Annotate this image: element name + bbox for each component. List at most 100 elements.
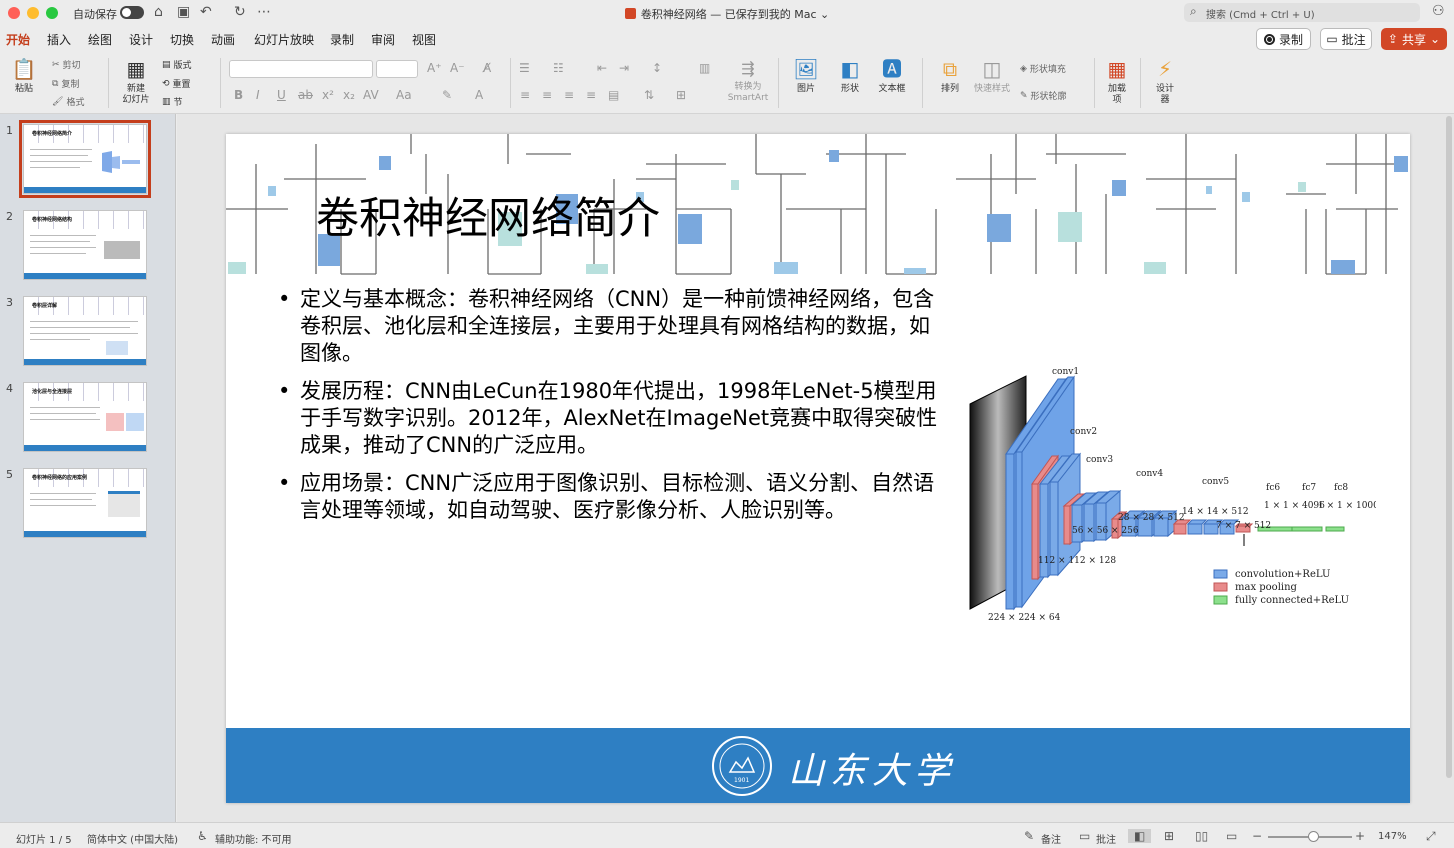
insert-picture-button[interactable]: 🖼 图片 <box>786 56 826 95</box>
layout-button[interactable]: ▤ 版式 <box>162 58 192 72</box>
insert-shape-button[interactable]: ◧ 形状 <box>830 56 870 95</box>
search-input[interactable]: ⌕ 搜索 (Cmd + Ctrl + U) <box>1184 3 1420 22</box>
slide-thumbnail-4[interactable]: 池化层与全连接层 <box>23 382 147 452</box>
zoom-window-button[interactable] <box>46 7 58 19</box>
subscript-icon[interactable]: x₂ <box>343 88 355 102</box>
section-button[interactable]: ▥ 节 <box>162 95 183 109</box>
insert-textbox-button[interactable]: 🅰 文本框 <box>872 56 912 95</box>
justify-icon[interactable]: ≡ <box>586 88 596 102</box>
tab-animations[interactable]: 动画 <box>211 31 235 48</box>
bold-icon[interactable]: B <box>234 88 243 102</box>
italic-icon[interactable]: I <box>256 88 260 102</box>
home-icon[interactable]: ⌂ <box>154 4 163 20</box>
cut-button[interactable]: ✂ 剪切 <box>52 58 81 72</box>
save-icon[interactable]: ▣ <box>177 4 190 20</box>
slide-thumbnail-pane: 1 卷积神经网络简介 2 卷积神经网络结构 3 卷积层详解 4 池化层与全连接层 <box>0 114 176 822</box>
tab-review[interactable]: 审阅 <box>371 31 395 48</box>
share-button[interactable]: ⇪ 共享 ⌄ <box>1381 28 1447 50</box>
tab-home[interactable]: 开始 <box>6 31 31 54</box>
notes-button[interactable]: 备注 <box>1041 831 1061 846</box>
slide-sorter-icon[interactable]: ⊞ <box>1164 829 1174 843</box>
quick-styles-button[interactable]: ◫ 快速样式 <box>970 56 1014 95</box>
shape-outline-button[interactable]: ✎ 形状轮廓 <box>1020 89 1067 103</box>
legend-pool: max pooling <box>1235 582 1298 593</box>
highlight-icon[interactable]: ✎ <box>442 88 452 102</box>
comments-button[interactable]: 批注 <box>1096 831 1116 846</box>
slide-thumbnail-1[interactable]: 卷积神经网络简介 <box>19 120 151 198</box>
tab-view[interactable]: 视图 <box>412 31 436 48</box>
zoom-in-icon[interactable]: + <box>1355 829 1365 843</box>
copy-button[interactable]: ⧉ 复制 <box>52 77 79 91</box>
font-name-select[interactable] <box>229 60 373 78</box>
columns-icon[interactable]: ▥ <box>699 61 710 75</box>
slide-thumbnail-3[interactable]: 卷积层详解 <box>23 296 147 366</box>
bullet-list[interactable]: 定义与基本概念：卷积神经网络（CNN）是一种前馈神经网络，包含卷积层、池化层和全… <box>278 286 948 535</box>
slide-thumbnail-2[interactable]: 卷积神经网络结构 <box>23 210 147 280</box>
increase-indent-icon[interactable]: ⇥ <box>619 61 629 75</box>
bullet-applications[interactable]: 应用场景：CNN广泛应用于图像识别、目标检测、语义分割、自然语言处理等领域，如自… <box>278 470 948 524</box>
zoom-out-icon[interactable]: − <box>1252 829 1262 843</box>
paste-button[interactable]: 📋 粘贴 <box>6 56 42 95</box>
superscript-icon[interactable]: x² <box>322 88 334 102</box>
slide-title[interactable]: 卷积神经网络简介 <box>316 184 660 246</box>
numbering-icon[interactable]: ☷ <box>553 61 564 75</box>
close-window-button[interactable] <box>8 7 20 19</box>
zoom-level[interactable]: 147% <box>1378 831 1407 842</box>
align-right-icon[interactable]: ≡ <box>564 88 574 102</box>
line-spacing-icon[interactable]: ↕ <box>652 61 662 75</box>
redo-icon[interactable]: ↻ <box>234 4 246 20</box>
decrease-font-icon[interactable]: A⁻ <box>450 61 465 75</box>
bullet-definition[interactable]: 定义与基本概念：卷积神经网络（CNN）是一种前馈神经网络，包含卷积层、池化层和全… <box>278 286 948 367</box>
tab-record[interactable]: 录制 <box>330 31 354 48</box>
account-icon[interactable]: ⚇ <box>1432 3 1445 19</box>
character-spacing-icon[interactable]: AV <box>363 88 379 102</box>
addins-button[interactable]: ▦ 加载 项 <box>1100 56 1134 106</box>
align-left-icon[interactable]: ≡ <box>520 88 530 102</box>
minimize-window-button[interactable] <box>27 7 39 19</box>
clear-format-icon[interactable]: A̸ <box>483 61 491 75</box>
designer-button[interactable]: ⚡ 设计 器 <box>1148 56 1182 106</box>
reading-view-icon[interactable]: ▯▯ <box>1195 829 1208 843</box>
accessibility-status[interactable]: 辅助功能: 不可用 <box>215 831 292 846</box>
zoom-slider-knob[interactable] <box>1308 831 1319 842</box>
vertical-scrollbar[interactable] <box>1446 116 1452 778</box>
distributed-icon[interactable]: ▤ <box>608 88 619 102</box>
comment-button[interactable]: ▭ 批注 <box>1320 28 1372 50</box>
more-icon[interactable]: ⋯ <box>257 4 271 20</box>
fit-to-window-icon[interactable]: ⤢ <box>1426 829 1436 844</box>
decrease-indent-icon[interactable]: ⇤ <box>597 61 607 75</box>
bullet-history[interactable]: 发展历程：CNN由LeCun在1980年代提出，1998年LeNet-5模型用于… <box>278 378 948 459</box>
arrange-button[interactable]: ⧉ 排列 <box>930 56 970 95</box>
current-slide[interactable]: 卷积神经网络简介 定义与基本概念：卷积神经网络（CNN）是一种前馈神经网络，包含… <box>226 134 1410 803</box>
font-size-select[interactable] <box>376 60 418 78</box>
comments-icon[interactable]: ▭ <box>1079 829 1090 843</box>
font-color-icon[interactable]: A <box>475 88 483 102</box>
notes-icon[interactable]: ✎ <box>1024 829 1034 843</box>
align-text-icon[interactable]: ⊞ <box>676 88 686 102</box>
tab-transitions[interactable]: 切换 <box>170 31 194 48</box>
normal-view-icon[interactable]: ◧ <box>1128 829 1152 843</box>
tab-slideshow[interactable]: 幻灯片放映 <box>254 31 314 48</box>
strikethrough-icon[interactable]: ab <box>298 88 313 102</box>
reset-button[interactable]: ⟲ 重置 <box>162 77 191 91</box>
format-painter-button[interactable]: 🖌 格式 <box>52 95 84 109</box>
record-button[interactable]: 录制 <box>1256 28 1311 50</box>
change-case-icon[interactable]: Aa <box>396 88 412 102</box>
language-status[interactable]: 简体中文 (中国大陆) <box>87 831 178 846</box>
clipboard-icon: 📋 <box>11 57 37 81</box>
autosave-toggle[interactable] <box>120 6 144 19</box>
underline-icon[interactable]: U <box>277 88 286 102</box>
increase-font-icon[interactable]: A⁺ <box>427 61 442 75</box>
text-direction-icon[interactable]: ⇅ <box>644 88 654 102</box>
tab-design[interactable]: 设计 <box>129 31 153 48</box>
slideshow-icon[interactable]: ▭ <box>1226 829 1237 843</box>
convert-smartart-button[interactable]: ⇶ 转换为 SmartArt <box>726 58 770 104</box>
align-center-icon[interactable]: ≡ <box>542 88 552 102</box>
bullets-icon[interactable]: ☰ <box>519 61 530 75</box>
new-slide-button[interactable]: ▦ 新建 幻灯片 <box>116 56 156 106</box>
shape-fill-button[interactable]: ◈ 形状填充 <box>1020 62 1066 76</box>
undo-icon[interactable]: ↶ <box>200 4 212 20</box>
slide-thumbnail-5[interactable]: 卷积神经网络的应用案例 <box>23 468 147 538</box>
tab-insert[interactable]: 插入 <box>47 31 71 48</box>
tab-draw[interactable]: 绘图 <box>88 31 112 48</box>
